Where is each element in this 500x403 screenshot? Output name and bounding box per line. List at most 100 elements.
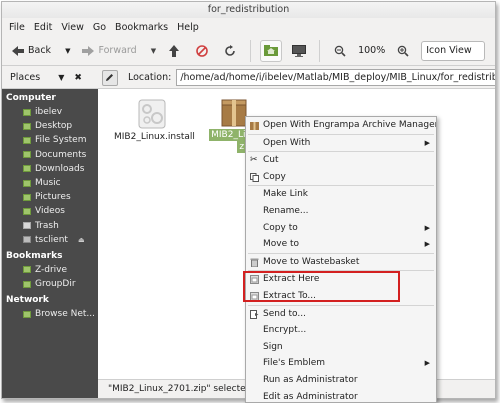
location-label: Location: (127, 72, 172, 83)
sidebar-item-ibelev[interactable]: ibelev (2, 105, 98, 119)
menu-item-open-with[interactable]: Open With ▶ (246, 135, 436, 152)
sidebar-item-label: Browse Net... (35, 309, 96, 320)
sidebar-item-z-drive[interactable]: Z-drive (2, 263, 98, 277)
toolbar-separator (319, 39, 321, 62)
menu-item-move-to-wastebasket[interactable]: Move to Wastebasket (246, 254, 436, 271)
stop-button[interactable] (191, 40, 213, 62)
scissors-icon: ✂ (250, 155, 258, 166)
menu-item-copy[interactable]: Copy (246, 169, 436, 186)
menu-item-move-to[interactable]: Move to ▶ (246, 236, 436, 253)
sidebar-item-tsclient[interactable]: tsclient ⏏ (2, 233, 98, 247)
sidebar-section-computer: Computer (6, 93, 56, 103)
sidebar-item-label: Desktop (35, 121, 73, 132)
zoom-in-icon (398, 45, 409, 57)
menu-file[interactable]: File (9, 22, 25, 33)
submenu-arrow-icon: ▶ (424, 138, 430, 147)
sidebar-item-label: ibelev (35, 107, 63, 118)
menu-bookmarks[interactable]: Bookmarks (115, 22, 168, 33)
zoom-in-button[interactable] (392, 40, 414, 62)
zoom-out-button[interactable] (329, 40, 351, 62)
eject-icon[interactable]: ⏏ (78, 236, 85, 244)
submenu-arrow-icon: ▶ (424, 240, 430, 249)
menu-edit[interactable]: Edit (34, 22, 52, 33)
sidebar-item-downloads[interactable]: Downloads (2, 162, 98, 176)
back-arrow-icon (12, 45, 24, 56)
sidebar: Places ▼ ✖ Computer ibelev Desktop File … (2, 67, 98, 398)
location-toggle-button[interactable] (102, 69, 118, 86)
folder-icon (23, 280, 31, 288)
forward-button[interactable]: Forward ▼ (78, 40, 160, 62)
sidebar-item-documents[interactable]: Documents (2, 148, 98, 162)
reload-button[interactable] (219, 40, 241, 62)
sidebar-item-file-system[interactable]: File System (2, 133, 98, 147)
view-mode-select[interactable]: Icon View (421, 40, 486, 61)
sidebar-item-label: File System (35, 135, 87, 146)
sidebar-dropdown-icon[interactable]: ▼ (58, 73, 64, 82)
menu-item-encrypt[interactable]: Encrypt... (246, 322, 436, 339)
menu-item-sign[interactable]: Sign (246, 339, 436, 356)
sidebar-item-label: Trash (35, 220, 59, 231)
toolbar-separator (250, 39, 252, 62)
submenu-arrow-icon: ▶ (424, 223, 430, 232)
pencil-icon (106, 74, 114, 81)
sidebar-item-videos[interactable]: Videos (2, 204, 98, 218)
folder-icon (23, 266, 31, 274)
sidebar-item-groupdir[interactable]: GroupDir (2, 277, 98, 291)
sidebar-item-browse-network[interactable]: Browse Net... (2, 307, 98, 321)
archive-file-icon (221, 99, 247, 127)
sidebar-item-music[interactable]: Music (2, 176, 98, 190)
menu-item-send-to[interactable]: Send to... (246, 306, 436, 323)
home-button[interactable] (260, 39, 283, 62)
menu-help[interactable]: Help (177, 22, 199, 33)
copy-icon (250, 172, 259, 182)
computer-button[interactable] (288, 40, 310, 62)
file-item[interactable]: MIB2_Linux.install (112, 99, 195, 143)
location-input[interactable]: /home/ad/home/i/ibelev/Matlab/MIB_deploy… (176, 69, 495, 86)
up-button[interactable] (163, 40, 185, 62)
sidebar-item-pictures[interactable]: Pictures (2, 190, 98, 204)
archive-manager-icon (250, 122, 259, 130)
trash-icon (23, 222, 31, 230)
menu-item-make-link[interactable]: Make Link (246, 186, 436, 203)
menu-view[interactable]: View (61, 22, 84, 33)
menu-item-open-with-engrampa[interactable]: Open With Engrampa Archive Manager (246, 117, 436, 134)
sidebar-item-label: Videos (35, 206, 65, 217)
location-bar: Location: /home/ad/home/i/ibelev/Matlab/… (98, 67, 495, 89)
menubar: File Edit View Go Bookmarks Help (2, 18, 495, 36)
home-folder-icon (264, 45, 279, 56)
menu-item-rename[interactable]: Rename... (246, 203, 436, 220)
back-dropdown-icon[interactable]: ▼ (65, 47, 70, 55)
toolbar: Back ▼ Forward ▼ 100% Icon View (2, 36, 495, 66)
sidebar-item-label: Documents (35, 149, 87, 160)
sidebar-item-desktop[interactable]: Desktop (2, 119, 98, 133)
send-icon (250, 309, 259, 319)
sidebar-close-icon[interactable]: ✖ (74, 73, 82, 83)
folder-icon (23, 179, 31, 187)
menu-item-edit-as-administrator[interactable]: Edit as Administrator (246, 389, 436, 403)
folder-icon (23, 122, 31, 130)
sidebar-item-trash[interactable]: Trash (2, 219, 98, 233)
back-button[interactable]: Back ▼ (8, 40, 74, 62)
forward-dropdown-icon[interactable]: ▼ (151, 47, 156, 55)
window-title: for_redistribution (2, 2, 495, 18)
menu-item-files-emblem[interactable]: File's Emblem ▶ (246, 355, 436, 372)
menu-item-run-as-administrator[interactable]: Run as Administrator (246, 372, 436, 389)
zoom-level[interactable]: 100% (358, 45, 385, 56)
stop-icon (196, 44, 208, 57)
menu-item-cut[interactable]: ✂ Cut (246, 152, 436, 169)
folder-icon (23, 193, 31, 201)
folder-icon (23, 207, 31, 215)
sidebar-header: Places ▼ ✖ (2, 67, 98, 89)
network-drive-icon (23, 236, 31, 244)
sidebar-title[interactable]: Places (10, 72, 40, 83)
sidebar-item-label: tsclient (35, 234, 68, 245)
folder-icon (23, 136, 31, 144)
file-name: MIB2_Linux.install (114, 132, 195, 142)
install-file-icon (138, 99, 166, 129)
menu-go[interactable]: Go (93, 22, 106, 33)
up-arrow-icon (169, 44, 180, 57)
menu-item-copy-to[interactable]: Copy to ▶ (246, 220, 436, 237)
sidebar-item-label: Downloads (35, 163, 85, 174)
context-menu: Open With Engrampa Archive Manager Open … (245, 116, 437, 403)
zoom-out-icon (334, 45, 346, 57)
